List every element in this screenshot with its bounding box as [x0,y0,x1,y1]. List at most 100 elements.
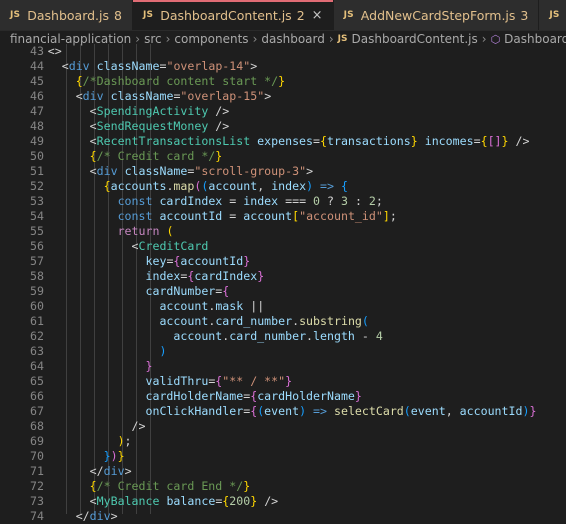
code-token: validThru [145,374,209,388]
code-line[interactable]: 51 <div className="scroll-group-3"> [0,164,566,179]
code-token: index [271,179,307,193]
code-line[interactable]: 59 cardNumber={ [0,284,566,299]
code-token: = [222,209,244,223]
code-token: MyBalance [96,494,160,508]
code-text: <> [0,44,62,59]
code-token: index [243,194,279,208]
code-text: account.card_number.substring( [0,314,368,329]
code-line[interactable]: 67 onClickHandler={(event) => selectCard… [0,404,566,419]
code-line[interactable]: 45 {/*Dashboard content start */} [0,74,566,89]
close-icon[interactable]: × [312,8,323,23]
code-token: } [285,374,293,388]
code-token: 3 [340,194,348,208]
code-token: /*Dashboard content start */ [82,74,279,88]
code-line[interactable]: 55 return ( [0,224,566,239]
code-line[interactable]: 52 {accounts.map((account, index) => { [0,179,566,194]
code-text: {/*Dashboard content start */} [0,74,285,89]
code-text: const accountId = account["account_id"]; [0,209,397,224]
code-token: => [306,404,334,418]
code-line[interactable]: 58 index={cardIndex} [0,269,566,284]
code-line[interactable]: 62 account.card_number.length - 4 [0,329,566,344]
code-token: /* Credit card */ [96,149,216,163]
code-editor[interactable]: 43 <> 44 <div className="overlap-14"> 45 {… [0,44,566,523]
javascript-file-icon: JS [10,10,21,20]
code-text: cardNumber={ [0,284,229,299]
code-line[interactable]: 50 {/* Credit card */} [0,149,566,164]
code-token: , [257,179,272,193]
code-token: map [173,179,195,193]
code-token: } [354,389,362,403]
code-line[interactable]: 72 {/* Credit card End */} [0,479,566,494]
code-text: cardHolderName={cardHolderName} [0,389,362,404]
code-token: < [89,164,97,178]
code-token: div [103,464,125,478]
code-text: </div> [0,509,118,524]
code-line[interactable]: 73 <MyBalance balance={200} /> [0,494,566,509]
code-line[interactable]: 65 validThru={"** / **"} [0,374,566,389]
code-line[interactable]: 60 account.mask || [0,299,566,314]
code-token: /> [208,119,230,133]
code-text: <MyBalance balance={200} /> [0,494,279,509]
code-token: < [89,119,97,133]
code-line[interactable]: 48 <SendRequestMoney /> [0,119,566,134]
code-line[interactable]: 70 })} [0,449,566,464]
code-line[interactable]: 61 account.card_number.substring( [0,314,566,329]
code-token: card_number [229,329,307,343]
javascript-file-icon: JS [549,10,560,20]
code-line[interactable]: 63 ) [0,344,566,359]
tab-label: Dashboard.js [27,7,110,23]
tab-addnewcardstepform[interactable]: JS AddNewCardStepForm.js 3 [333,0,540,30]
code-token: /> [131,419,146,433]
code-token: < [89,494,97,508]
code-token: incomes [424,134,474,148]
code-token: cardIndex [194,269,258,283]
code-text: <SpendingActivity /> [0,104,230,119]
code-line[interactable]: 68 /> [0,419,566,434]
code-token: ) [299,404,307,418]
code-line[interactable]: 71 </div> [0,464,566,479]
code-token: = [313,134,320,148]
code-token: account [173,329,223,343]
code-token: substring [299,314,362,328]
code-line[interactable]: 74 </div> [0,509,566,524]
code-token: { [320,134,327,148]
code-line[interactable]: 66 cardHolderName={cardHolderName} [0,389,566,404]
code-token: 2 [368,194,376,208]
tab-app[interactable]: JSApp.js1 [539,0,566,30]
code-token: div [89,509,111,523]
code-token: 200 [229,494,251,508]
code-line[interactable]: 56 <CreditCard [0,239,566,254]
code-token: } [501,134,509,148]
code-line[interactable]: 54 const accountId = account["account_id… [0,209,566,224]
code-text: <div className="scroll-group-3"> [0,164,313,179]
code-line[interactable]: 64 } [0,359,566,374]
code-line[interactable]: 44 <div className="overlap-14"> [0,59,566,74]
code-text: validThru={"** / **"} [0,374,292,389]
code-token: > [306,164,314,178]
code-line[interactable]: 57 key={accountId} [0,254,566,269]
tab-dashboard[interactable]: JS Dashboard.js 8 [0,0,133,30]
code-token: > [124,464,132,478]
tab-dashboardcontent[interactable]: JS DashboardContent.js 2 × [132,0,334,30]
code-line[interactable]: 69 ); [0,434,566,449]
code-token: onClickHandler [145,404,244,418]
code-token: SendRequestMoney [96,119,209,133]
code-line[interactable]: 53 const cardIndex = index === 0 ? 3 : 2… [0,194,566,209]
code-text: key={accountId} [0,254,250,269]
code-token: { [75,74,83,88]
javascript-file-icon: JS [343,10,354,20]
code-line[interactable]: 47 <SpendingActivity /> [0,104,566,119]
code-line[interactable]: 43 <> [0,44,566,59]
code-line[interactable]: 49 <RecentTransactionsList expenses={tra… [0,134,566,149]
code-token: cardHolderName [145,389,244,403]
code-line[interactable]: 46 <div className="overlap-15"> [0,89,566,104]
